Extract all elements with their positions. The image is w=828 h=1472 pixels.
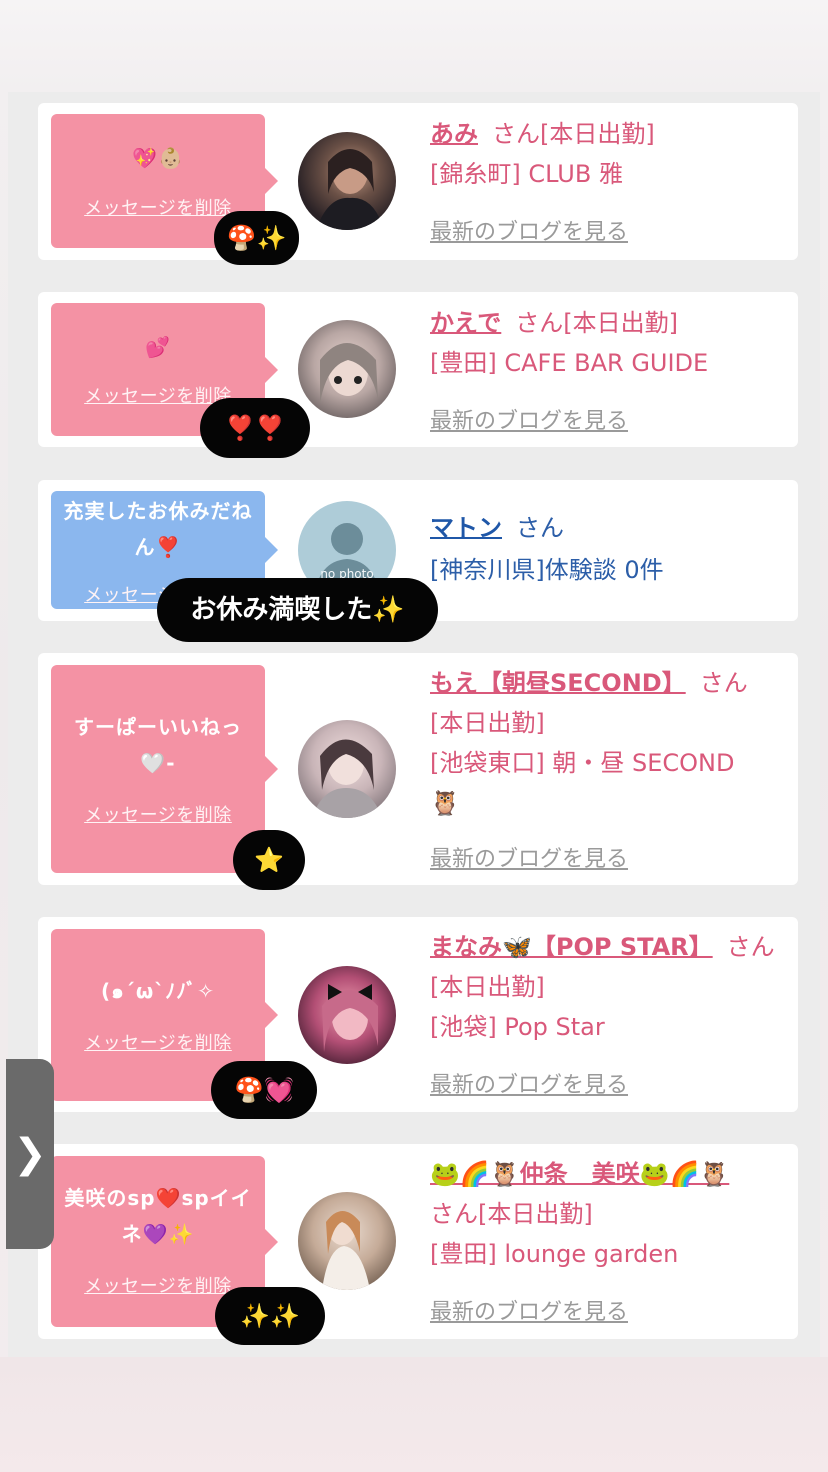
shop-name: [豊田] lounge garden (430, 1240, 679, 1268)
shop-name: [池袋東口] 朝・昼 SECOND (430, 749, 735, 777)
reaction-badge: 🍄✨ (214, 211, 299, 265)
profile-name-link[interactable]: まなみ🦋【POP STAR】 (430, 933, 713, 961)
message-text: 充実したお休みだねん❣️ (63, 499, 253, 559)
latest-blog-link[interactable]: 最新のブログを見る (430, 214, 628, 246)
avatar[interactable] (298, 720, 396, 818)
honorific: さん (516, 514, 564, 542)
reaction-badge: お休み満喫した✨ (157, 578, 438, 642)
side-panel-handle[interactable]: ❯ (6, 1059, 54, 1249)
status-label: [本日出勤] (430, 709, 545, 737)
honorific-status: さん[本日出勤] (515, 309, 679, 337)
shop-name: [錦糸町] CLUB 雅 (430, 160, 623, 188)
honorific-status: さん[本日出勤] (492, 120, 655, 148)
message-text: 💖👶🏼 (132, 146, 184, 170)
reaction-badge: ❣️❣️ (200, 398, 310, 458)
avatar[interactable] (298, 966, 396, 1064)
reaction-badge: ⭐ (233, 830, 305, 890)
message-text: 美咲のsp❤️spイイネ💜✨ (64, 1186, 252, 1246)
avatar[interactable] (298, 1192, 396, 1290)
reaction-badge: ✨✨ (215, 1287, 325, 1345)
bottom-background (0, 1357, 828, 1472)
message-text: 💕 (145, 335, 171, 359)
profile-name-link[interactable]: もえ【朝昼SECOND】 (430, 669, 686, 697)
message-text: (๑´ω`ﾉﾉﾞ✧ (101, 979, 215, 1003)
reaction-badge: 🍄💓 (211, 1061, 317, 1119)
profile-info: まなみ🦋【POP STAR】 さん[本日出勤] [池袋] Pop Star (430, 927, 782, 1047)
delete-message-link[interactable]: メッセージを削除 (51, 801, 265, 827)
profile-name-link[interactable]: かえで (430, 309, 501, 337)
chevron-right-icon: ❯ (13, 1131, 47, 1177)
latest-blog-link[interactable]: 最新のブログを見る (430, 1294, 628, 1326)
delete-message-link[interactable]: メッセージを削除 (51, 1029, 265, 1055)
profile-info: もえ【朝昼SECOND】 さん [本日出勤] [池袋東口] 朝・昼 SECOND … (430, 663, 782, 823)
owl-emoji: 🦉 (430, 789, 460, 817)
honorific: さん (699, 669, 748, 697)
avatar[interactable] (298, 132, 396, 230)
message-bubble-4: すーぱーいいねっ🤍- メッセージを削除 (51, 665, 278, 873)
profile-info: あみ さん[本日出勤] [錦糸町] CLUB 雅 (430, 114, 782, 194)
profile-name-link[interactable]: 🐸🌈🦉仲条 美咲🐸🌈🦉 (430, 1160, 729, 1188)
profile-name-link[interactable]: マトン (430, 514, 502, 542)
honorific-status: さん[本日出勤] (430, 1200, 593, 1228)
latest-blog-link[interactable]: 最新のブログを見る (430, 403, 628, 435)
avatar[interactable] (298, 320, 396, 418)
latest-blog-link[interactable]: 最新のブログを見る (430, 1067, 628, 1099)
profile-info: かえで さん[本日出勤] [豊田] CAFE BAR GUIDE (430, 303, 782, 383)
shop-name: [池袋] Pop Star (430, 1013, 605, 1041)
latest-blog-link[interactable]: 最新のブログを見る (430, 841, 628, 873)
shop-name: [豊田] CAFE BAR GUIDE (430, 349, 709, 377)
message-text: すーぱーいいねっ🤍- (74, 715, 242, 775)
profile-info: 🐸🌈🦉仲条 美咲🐸🌈🦉 さん[本日出勤] [豊田] lounge garden (430, 1154, 782, 1274)
profile-info: マトン さん [神奈川県]体験談 0件 (430, 508, 782, 590)
shop-review-count: [神奈川県]体験談 0件 (430, 556, 664, 584)
profile-name-link[interactable]: あみ (430, 120, 478, 148)
